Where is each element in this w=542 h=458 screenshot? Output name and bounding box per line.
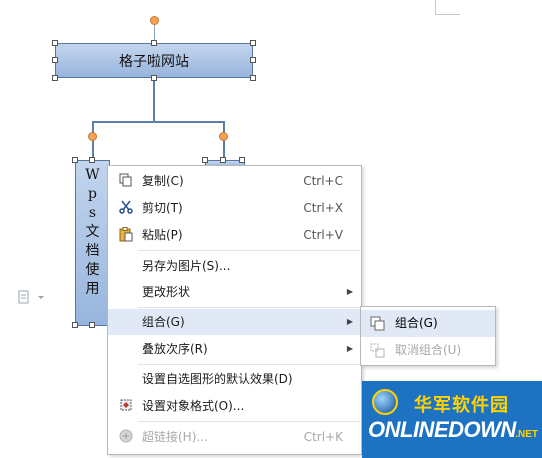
connector-line — [153, 81, 155, 123]
hyperlink-icon — [118, 429, 134, 445]
rotation-handle-left[interactable] — [88, 132, 97, 141]
menu-item-label: 超链接(H)... — [142, 430, 208, 444]
resize-handle[interactable] — [52, 75, 58, 81]
watermark-cn-text: 华军软件园 — [414, 395, 509, 416]
menu-separator — [138, 250, 360, 251]
resize-handle[interactable] — [202, 157, 208, 163]
submenu-item-label: 组合(G) — [395, 316, 438, 330]
menu-separator — [138, 421, 360, 422]
submenu-arrow-icon: ▶ — [346, 287, 353, 296]
menu-item-format-object[interactable]: 设置对象格式(O)... — [108, 393, 361, 419]
menu-item-change-shape[interactable]: 更改形状 ▶ — [108, 279, 361, 305]
node-char: 用 — [85, 281, 100, 297]
node-char: p — [88, 186, 97, 202]
node-char: s — [88, 205, 97, 221]
menu-item-label: 设置对象格式(O)... — [142, 399, 245, 413]
menu-item-group[interactable]: 组合(G) ▶ — [108, 309, 361, 335]
node-char: 档 — [85, 243, 100, 259]
submenu-arrow-icon: ▶ — [346, 344, 353, 353]
menu-item-label: 更改形状 — [142, 285, 191, 299]
resize-handle[interactable] — [52, 40, 58, 46]
menu-item-shortcut: Ctrl+K — [303, 430, 343, 444]
resize-handle[interactable] — [72, 322, 78, 328]
format-object-icon — [118, 398, 134, 414]
rotation-handle-right[interactable] — [219, 132, 228, 141]
submenu-item-label: 取消组合(U) — [395, 343, 462, 357]
resize-handle[interactable] — [220, 157, 226, 163]
menu-item-label: 组合(G) — [142, 315, 185, 329]
connector-line — [92, 121, 225, 123]
resize-handle[interactable] — [151, 40, 157, 46]
page-corner-mark — [435, 0, 460, 15]
copy-icon — [118, 173, 134, 189]
submenu-arrow-icon: ▶ — [346, 317, 353, 326]
context-menu: 复制(C) Ctrl+C 剪切(T) Ctrl+X 粘贴(P) Ctrl+V 另… — [107, 165, 362, 455]
menu-item-copy[interactable]: 复制(C) Ctrl+C — [108, 168, 361, 194]
menu-item-set-default-effect[interactable]: 设置自选图形的默认效果(D) — [108, 366, 361, 392]
menu-item-label: 另存为图片(S)... — [142, 259, 231, 273]
submenu-item-ungroup[interactable]: 取消组合(U) — [361, 337, 495, 364]
resize-handle[interactable] — [250, 75, 256, 81]
paste-options-icon[interactable] — [18, 290, 44, 307]
menu-item-label: 设置自选图形的默认效果(D) — [142, 372, 293, 386]
resize-handle[interactable] — [72, 157, 78, 163]
org-node-left[interactable]: W p s 文 档 使 用 — [75, 160, 110, 326]
menu-item-label: 粘贴(P) — [142, 228, 183, 242]
node-char: 文 — [85, 224, 100, 240]
resize-handle[interactable] — [52, 57, 58, 63]
menu-separator — [138, 364, 360, 365]
node-char: W — [85, 167, 100, 183]
menu-item-order[interactable]: 叠放次序(R) ▶ — [108, 336, 361, 362]
scissors-icon — [118, 200, 134, 216]
menu-item-paste[interactable]: 粘贴(P) Ctrl+V — [108, 222, 361, 248]
org-node-top[interactable]: 格子啦网站 — [55, 43, 253, 78]
menu-item-label: 剪切(T) — [142, 201, 183, 215]
resize-handle[interactable] — [89, 157, 95, 163]
paste-icon — [118, 227, 134, 243]
resize-handle[interactable] — [239, 157, 245, 163]
watermark-en-text: ONLINEDOWN — [368, 417, 516, 442]
menu-item-hyperlink[interactable]: 超链接(H)... Ctrl+K — [108, 424, 361, 450]
menu-item-label: 复制(C) — [142, 174, 184, 188]
resize-handle[interactable] — [89, 322, 95, 328]
menu-item-shortcut: Ctrl+C — [303, 174, 343, 188]
menu-item-shortcut: Ctrl+X — [303, 201, 343, 215]
ungroup-icon — [370, 343, 385, 358]
org-node-top-label: 格子啦网站 — [119, 53, 189, 70]
group-icon — [370, 316, 385, 331]
menu-item-shortcut: Ctrl+V — [303, 228, 343, 242]
menu-item-save-as-picture[interactable]: 另存为图片(S)... — [108, 253, 361, 279]
watermark-suffix: .NET — [515, 429, 538, 440]
watermark-logo: 华军软件园 ONLINEDOWN .NET — [362, 381, 542, 458]
resize-handle[interactable] — [250, 40, 256, 46]
globe-icon — [372, 389, 398, 415]
resize-handle[interactable] — [250, 57, 256, 63]
submenu-item-group[interactable]: 组合(G) — [361, 310, 495, 337]
rotation-handle-top[interactable] — [150, 16, 159, 25]
menu-item-label: 叠放次序(R) — [142, 342, 208, 356]
menu-item-cut[interactable]: 剪切(T) Ctrl+X — [108, 195, 361, 221]
menu-separator — [138, 307, 360, 308]
node-char: 使 — [85, 262, 100, 278]
group-submenu: 组合(G) 取消组合(U) — [360, 306, 496, 366]
